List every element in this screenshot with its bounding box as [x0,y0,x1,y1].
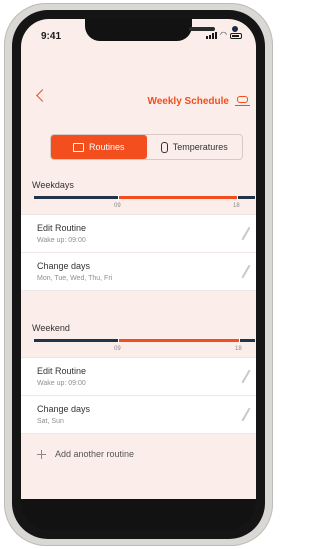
tab-routines-label: Routines [88,142,125,152]
plus-icon [37,449,46,459]
weekend-card: Edit Routine Wake up: 09:00 Change days … [21,357,256,434]
weekend-timeline[interactable]: 09 18 [34,338,255,352]
status-time: 9:41 [41,31,62,42]
weekdays-card: Edit Routine Wake up: 09:00 Change days … [21,214,256,291]
weekdays-change-days-title: Change days [37,261,91,271]
add-routine-button[interactable]: Add another routine [37,449,134,459]
weekdays-title: Weekdays [32,180,74,190]
weekdays-change-days-row[interactable]: Change days Mon, Tue, Wed, Thu, Fri [21,253,256,291]
weekdays-wake-tick [118,195,119,200]
speaker [189,27,215,31]
pencil-icon [241,264,251,279]
weekdays-sleep-tick [237,195,238,200]
weekend-wake-tick [118,338,119,343]
weekend-edit-routine-subtitle: Wake up: 09:00 [37,380,86,387]
camera [232,26,238,32]
signal-icon [206,32,218,39]
tab-temperatures-label: Temperatures [172,142,228,152]
calendar-icon [72,142,84,152]
thermostat-icon[interactable] [235,96,250,106]
notch [85,19,238,41]
battery-icon [230,33,242,39]
thermometer-icon [160,141,168,153]
view-toggle: Routines Temperatures [50,134,243,160]
weekend-change-days-title: Change days [37,404,91,414]
weekend-edit-routine-row[interactable]: Edit Routine Wake up: 09:00 [21,358,256,396]
weekdays-wake-time: 09 [114,203,121,209]
weekdays-change-days-subtitle: Mon, Tue, Wed, Thu, Fri [37,275,113,282]
pencil-icon [241,369,251,384]
weekdays-edit-routine-title: Edit Routine [37,223,87,233]
status-icons: ◠ [206,31,242,39]
wifi-icon: ◠ [220,30,227,39]
weekend-title: Weekend [32,323,70,333]
weekend-awake-span [118,339,239,342]
tab-temperatures[interactable]: Temperatures [147,135,243,159]
weekend-sleep-time: 18 [235,346,242,352]
tab-routines[interactable]: Routines [51,135,147,159]
back-chevron-icon[interactable] [36,89,49,102]
weekend-change-days-subtitle: Sat, Sun [37,418,64,425]
weekdays-sleep-time: 18 [233,203,240,209]
app-view: 9:41 ◠ Weekly Schedule Routines Temperat… [21,19,256,499]
weekend-change-days-row[interactable]: Change days Sat, Sun [21,396,256,434]
pencil-icon [241,226,251,241]
weekdays-timeline[interactable]: 09 18 [34,195,255,209]
weekend-edit-routine-title: Edit Routine [37,366,87,376]
weekdays-edit-routine-subtitle: Wake up: 09:00 [37,237,86,244]
screen: 9:41 ◠ Weekly Schedule Routines Temperat… [21,19,256,530]
weekend-sleep-tick [239,338,240,343]
weekdays-edit-routine-row[interactable]: Edit Routine Wake up: 09:00 [21,215,256,253]
page-title: Weekly Schedule [147,96,229,107]
pencil-icon [241,407,251,422]
weekend-wake-time: 09 [114,346,121,352]
add-routine-label: Add another routine [55,449,135,459]
phone-frame: 9:41 ◠ Weekly Schedule Routines Temperat… [4,3,273,546]
weekdays-awake-span [118,196,237,199]
